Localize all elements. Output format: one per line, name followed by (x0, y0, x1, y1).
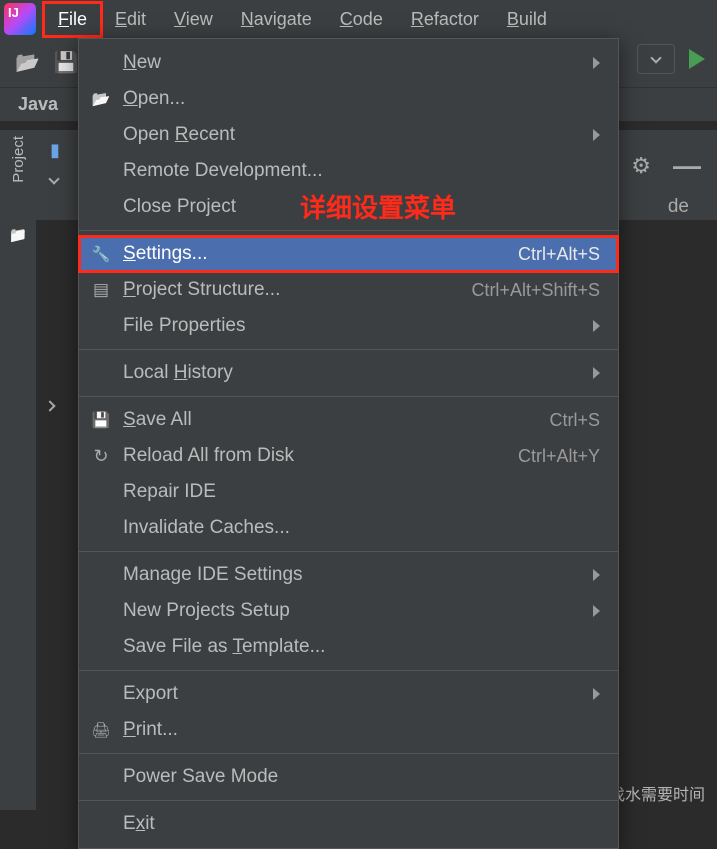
run-config-dropdown[interactable] (637, 44, 675, 74)
reload-ic-icon (89, 446, 113, 467)
menu-item-power-save-mode[interactable]: Power Save Mode (79, 759, 618, 795)
menu-item-project-structure[interactable]: Project Structure...Ctrl+Alt+Shift+S (79, 272, 618, 308)
menu-item-new[interactable]: New (79, 45, 618, 81)
chevron-right-icon (593, 605, 600, 617)
save-icon[interactable] (54, 50, 79, 75)
menu-item-settings[interactable]: Settings...Ctrl+Alt+S (79, 236, 618, 272)
annotation-label: 详细设置菜单 (300, 188, 456, 225)
menu-item-label: New Projects Setup (123, 600, 585, 622)
menu-separator (79, 396, 618, 397)
minimize-icon[interactable]: — (673, 150, 701, 182)
menu-item-label: Open Recent (123, 124, 585, 146)
menu-item-label: Print... (123, 719, 600, 741)
menu-item-invalidate-caches[interactable]: Invalidate Caches... (79, 510, 618, 546)
menu-item-label: Invalidate Caches... (123, 517, 600, 539)
menu-item-label: Save All (123, 409, 549, 431)
menu-separator (79, 230, 618, 231)
chevron-right-icon (593, 57, 600, 69)
menu-item-manage-ide-settings[interactable]: Manage IDE Settings (79, 557, 618, 593)
menu-item-label: Save File as Template... (123, 636, 600, 658)
menu-item-label: Power Save Mode (123, 766, 600, 788)
app-logo (4, 3, 36, 35)
project-tool-tab[interactable]: Project (10, 136, 27, 183)
editor-tools: ⚙ — (631, 150, 701, 182)
menu-item-repair-ide[interactable]: Repair IDE (79, 474, 618, 510)
menu-item-label: Open... (123, 88, 600, 110)
menu-view[interactable]: View (160, 3, 227, 36)
menu-separator (79, 800, 618, 801)
menu-item-file-properties[interactable]: File Properties (79, 308, 618, 344)
menu-item-save-file-as-template[interactable]: Save File as Template... (79, 629, 618, 665)
menu-separator (79, 670, 618, 671)
menu-edit[interactable]: Edit (101, 3, 160, 36)
print-ic-icon (89, 721, 113, 739)
menubar: FileEditViewNavigateCodeRefactorBuild (0, 0, 717, 38)
gear-icon[interactable]: ⚙ (631, 153, 651, 179)
editor-partial-text: de (668, 196, 689, 218)
menu-item-label: Local History (123, 362, 585, 384)
chevron-right-icon (593, 367, 600, 379)
menu-item-label: Project Structure... (123, 279, 471, 301)
menu-item-label: Remote Development... (123, 160, 600, 182)
menu-build[interactable]: Build (493, 3, 561, 36)
menu-refactor[interactable]: Refactor (397, 3, 493, 36)
menu-item-remote-development[interactable]: Remote Development... (79, 153, 618, 189)
chevron-right-icon (593, 569, 600, 581)
menu-item-label: Exit (123, 813, 600, 835)
folder-tab-icon[interactable]: ▮ (50, 140, 60, 161)
menu-item-label: File Properties (123, 315, 585, 337)
menu-item-print[interactable]: Print... (79, 712, 618, 748)
shortcut-label: Ctrl+Alt+Y (518, 446, 600, 467)
file-menu-dropdown: New Open... Open Recent Remote Development.… (78, 38, 619, 849)
chevron-right-icon (593, 688, 600, 700)
collapse-icon[interactable] (46, 395, 54, 415)
open-icon[interactable] (15, 50, 40, 75)
menu-item-label: New (123, 52, 585, 74)
open-ic-icon (89, 90, 113, 108)
menu-item-export[interactable]: Export (79, 676, 618, 712)
menu-separator (79, 551, 618, 552)
menu-item-open[interactable]: Open... (79, 81, 618, 117)
menu-item-reload-all-from-disk[interactable]: Reload All from DiskCtrl+Alt+Y (79, 438, 618, 474)
menu-item-exit[interactable]: Exit (79, 806, 618, 842)
menu-item-new-projects-setup[interactable]: New Projects Setup (79, 593, 618, 629)
folder-icon[interactable] (9, 225, 28, 245)
tree-expand-icon[interactable] (48, 173, 59, 184)
menu-item-save-all[interactable]: Save AllCtrl+S (79, 402, 618, 438)
menu-item-local-history[interactable]: Local History (79, 355, 618, 391)
menu-item-open-recent[interactable]: Open Recent (79, 117, 618, 153)
menu-item-label: Manage IDE Settings (123, 564, 585, 586)
menu-item-label: Settings... (123, 243, 518, 265)
chevron-right-icon (593, 129, 600, 141)
menu-separator (79, 753, 618, 754)
shortcut-label: Ctrl+S (549, 410, 600, 431)
menu-item-label: Repair IDE (123, 481, 600, 503)
sidebar: Project (0, 130, 36, 810)
struct-ic-icon (89, 280, 113, 300)
shortcut-label: Ctrl+Alt+S (518, 244, 600, 265)
run-button[interactable] (689, 49, 705, 69)
shortcut-label: Ctrl+Alt+Shift+S (471, 280, 600, 301)
menu-separator (79, 349, 618, 350)
menu-file[interactable]: File (44, 3, 101, 36)
chevron-right-icon (593, 320, 600, 332)
wrench-ic-icon (89, 245, 113, 263)
save-ic-icon (89, 411, 113, 429)
menu-code[interactable]: Code (326, 3, 397, 36)
menu-item-label: Reload All from Disk (123, 445, 518, 467)
menu-navigate[interactable]: Navigate (227, 3, 326, 36)
menu-item-label: Export (123, 683, 585, 705)
